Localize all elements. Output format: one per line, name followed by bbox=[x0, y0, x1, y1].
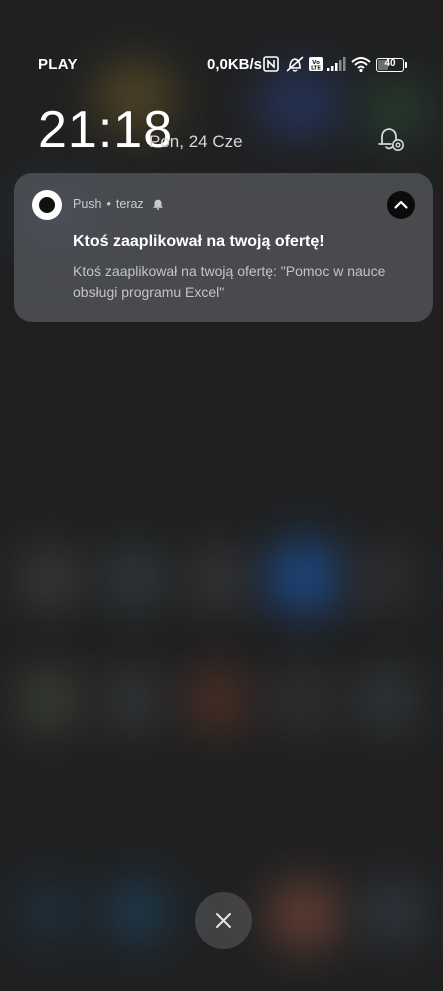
nfc-icon bbox=[263, 56, 279, 72]
alarm-off-icon bbox=[286, 56, 304, 72]
notification-settings-icon[interactable] bbox=[374, 122, 408, 156]
battery-level: 40 bbox=[384, 58, 396, 69]
bell-icon bbox=[153, 199, 163, 210]
svg-text:LTE: LTE bbox=[311, 66, 321, 72]
battery-icon: 40 bbox=[376, 58, 407, 72]
lockscreen-date: Pon, 24 Cze bbox=[149, 132, 243, 151]
notification-body: Ktoś zaaplikował na twoją ofertę: "Pomoc… bbox=[73, 263, 386, 300]
volte-icon: Vo LTE bbox=[309, 57, 323, 72]
notification-card[interactable]: Push • teraz Ktoś zaaplikował na twoją o… bbox=[14, 173, 433, 322]
notification-time: teraz bbox=[115, 197, 144, 211]
signal-icon bbox=[327, 57, 346, 71]
app-name: Push bbox=[73, 197, 102, 211]
push-app-icon bbox=[32, 190, 62, 220]
collapse-button[interactable] bbox=[387, 191, 415, 219]
header-separator: • bbox=[106, 197, 111, 211]
chevron-up-icon bbox=[394, 200, 408, 209]
close-icon bbox=[216, 913, 231, 928]
network-speed: 0,0KB/s bbox=[207, 56, 263, 73]
notification-title: Ktoś zaaplikował na twoją ofertę! bbox=[73, 233, 325, 250]
status-bar: PLAY 0,0KB/s Vo LTE 40 bbox=[0, 52, 443, 78]
wifi-icon bbox=[351, 57, 371, 73]
notification-header: Push • teraz bbox=[73, 197, 164, 211]
clear-notifications-button[interactable] bbox=[195, 892, 252, 949]
carrier-label: PLAY bbox=[38, 56, 78, 73]
